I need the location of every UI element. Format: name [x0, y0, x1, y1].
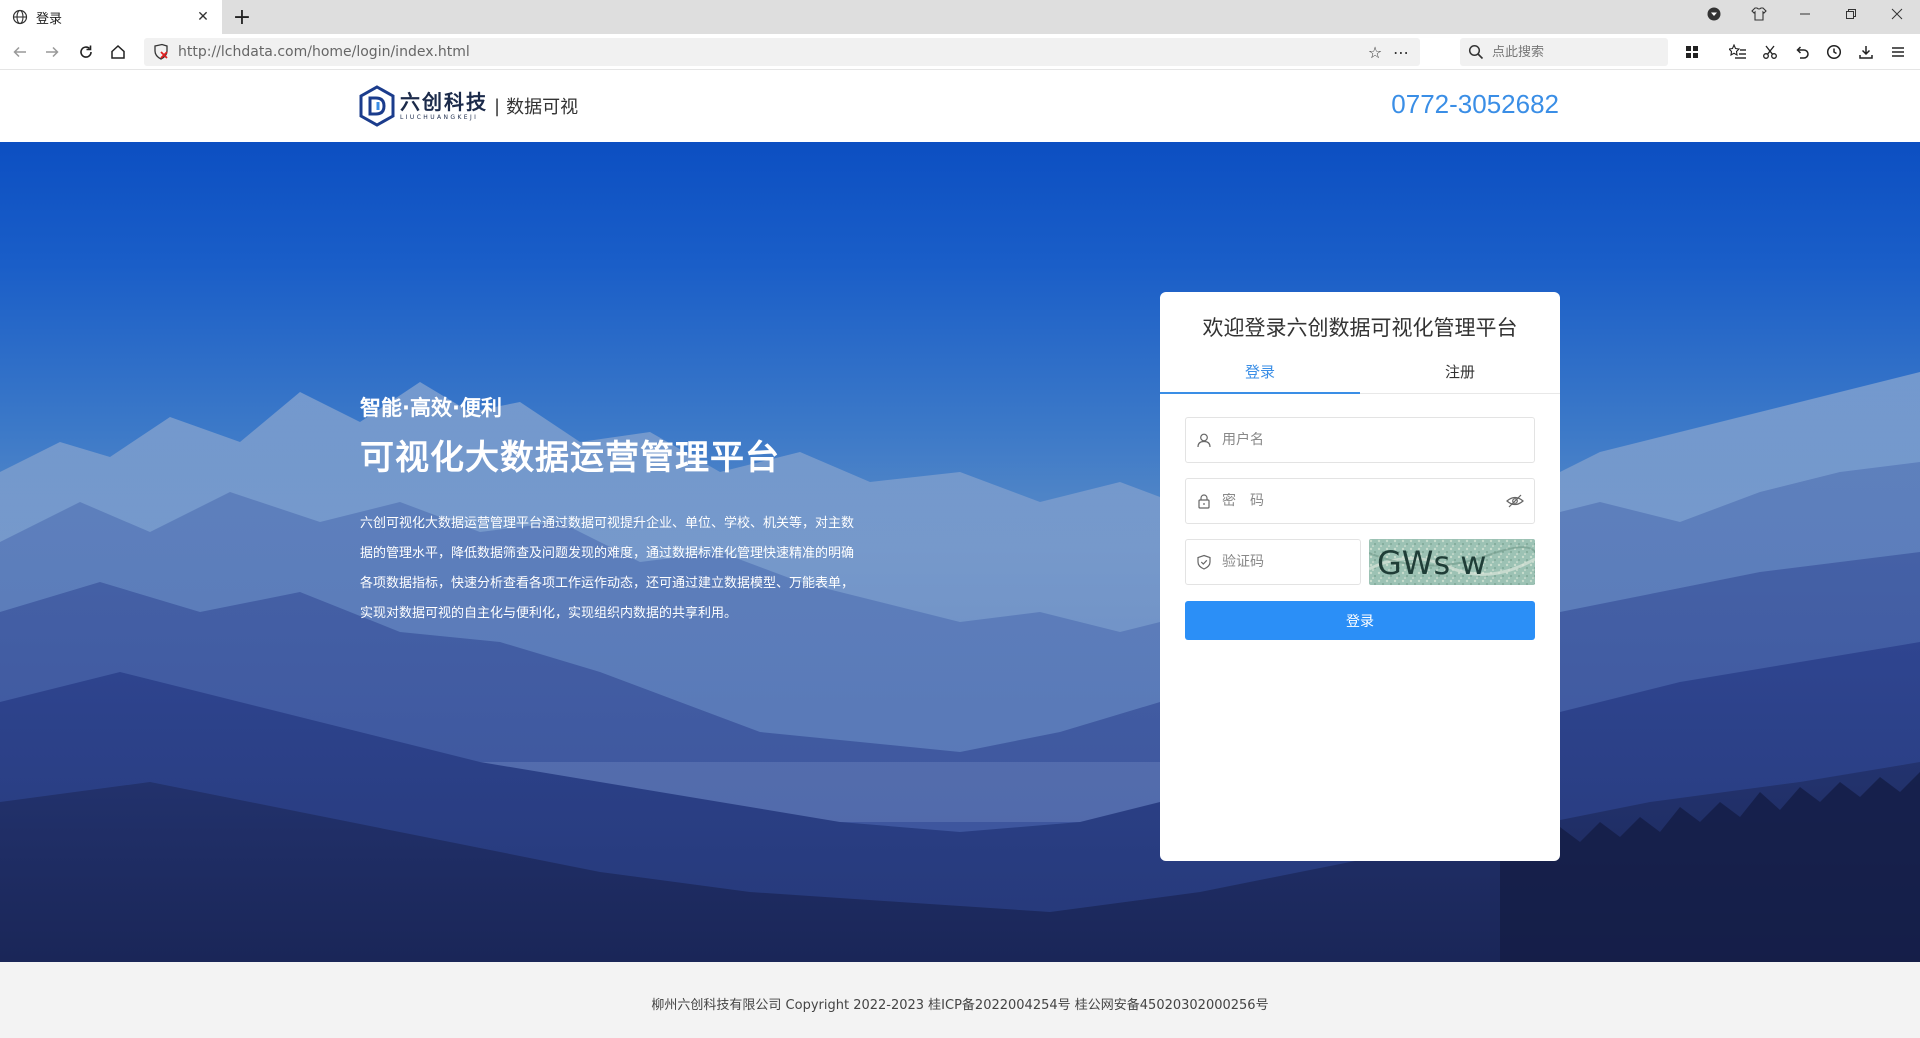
- hero-banner: 智能·高效·便利 可视化大数据运营管理平台 六创可视化大数据运营管理平台通过数据…: [0, 142, 1920, 962]
- insecure-shield-icon[interactable]: [152, 43, 170, 61]
- browser-toolbar: http://lchdata.com/home/login/index.html…: [0, 34, 1920, 70]
- address-bar[interactable]: http://lchdata.com/home/login/index.html…: [144, 38, 1420, 66]
- close-window-icon[interactable]: [1876, 0, 1918, 28]
- browser-search-input[interactable]: [1492, 44, 1662, 60]
- captcha-input[interactable]: [1222, 554, 1342, 570]
- tab-register[interactable]: 注册: [1360, 350, 1560, 393]
- download-icon[interactable]: [1854, 40, 1878, 64]
- url-text[interactable]: http://lchdata.com/home/login/index.html: [178, 44, 1362, 60]
- undo-icon[interactable]: [1790, 40, 1814, 64]
- new-tab-icon[interactable]: +: [230, 5, 254, 30]
- contact-phone: 0772-3052682: [1391, 89, 1559, 119]
- lock-icon: [1198, 494, 1210, 509]
- browser-search-box[interactable]: [1460, 38, 1668, 66]
- user-icon: [1197, 433, 1211, 448]
- page-footer: 柳州六创科技有限公司 Copyright 2022-2023 桂ICP备2022…: [0, 962, 1920, 1038]
- hero-text: 智能·高效·便利 可视化大数据运营管理平台 六创可视化大数据运营管理平台通过数据…: [360, 392, 860, 629]
- globe-icon: [12, 9, 28, 25]
- footer-copyright: 柳州六创科技有限公司 Copyright 2022-2023 桂ICP备2022…: [651, 998, 1269, 1013]
- hero-title: 可视化大数据运营管理平台: [360, 438, 780, 478]
- login-card-title: 欢迎登录六创数据可视化管理平台: [1202, 316, 1518, 340]
- apps-grid-icon[interactable]: [1680, 40, 1704, 64]
- logo-company-pinyin: LIUCHUANGKEJI: [400, 113, 479, 121]
- tab-title: 登录: [36, 11, 63, 27]
- shield-check-icon: [1197, 554, 1211, 570]
- site-logo[interactable]: 六创科技 LIUCHUANGKEJI | 数据可视: [358, 85, 578, 127]
- favorites-list-icon[interactable]: [1726, 40, 1750, 64]
- more-options-icon[interactable]: ⋯: [1388, 39, 1414, 65]
- scissors-icon[interactable]: [1758, 40, 1782, 64]
- search-icon: [1468, 44, 1484, 60]
- username-input[interactable]: [1222, 432, 1502, 448]
- back-arrow-icon[interactable]: [8, 40, 32, 64]
- tab-login[interactable]: 登录: [1160, 350, 1360, 394]
- tab-close-icon[interactable]: ✕: [194, 8, 212, 26]
- menu-icon[interactable]: [1886, 40, 1910, 64]
- login-submit-button[interactable]: 登录: [1185, 601, 1535, 640]
- eye-toggle-icon[interactable]: [1506, 493, 1524, 509]
- logo-separator: |: [494, 95, 501, 117]
- logo-hexagon-icon: [359, 85, 395, 127]
- reload-icon[interactable]: [74, 40, 98, 64]
- password-field[interactable]: [1185, 478, 1535, 524]
- hero-slogan: 智能·高效·便利: [360, 396, 502, 420]
- logo-company-name: 六创科技: [400, 89, 488, 114]
- bookmark-star-icon[interactable]: ☆: [1362, 39, 1388, 65]
- browser-tab-strip: 登录 ✕ +: [0, 0, 1920, 34]
- skin-icon[interactable]: [1738, 0, 1780, 28]
- login-card: 欢迎登录六创数据可视化管理平台 登录 注册 GWs w 登录: [1160, 292, 1560, 861]
- restore-icon[interactable]: [1830, 0, 1872, 28]
- password-input[interactable]: [1222, 493, 1502, 509]
- captcha-image[interactable]: GWs w: [1369, 539, 1535, 585]
- minimize-icon[interactable]: [1784, 0, 1826, 28]
- captcha-text: GWs w: [1377, 544, 1486, 582]
- captcha-field[interactable]: [1185, 539, 1361, 585]
- home-icon[interactable]: [106, 40, 130, 64]
- forward-arrow-icon[interactable]: [40, 40, 64, 64]
- history-clock-icon[interactable]: [1822, 40, 1846, 64]
- mountain-background: [0, 372, 1920, 962]
- logo-subtitle: 数据可视: [506, 97, 579, 118]
- account-icon[interactable]: [1693, 0, 1735, 28]
- browser-tab[interactable]: 登录 ✕: [0, 0, 222, 34]
- username-field[interactable]: [1185, 417, 1535, 463]
- hero-description: 六创可视化大数据运营管理平台通过数据可视提升企业、单位、学校、机关等，对主数据的…: [360, 516, 855, 621]
- site-header: 六创科技 LIUCHUANGKEJI | 数据可视 0772-3052682: [0, 71, 1920, 142]
- login-tabs: 登录 注册: [1160, 350, 1560, 394]
